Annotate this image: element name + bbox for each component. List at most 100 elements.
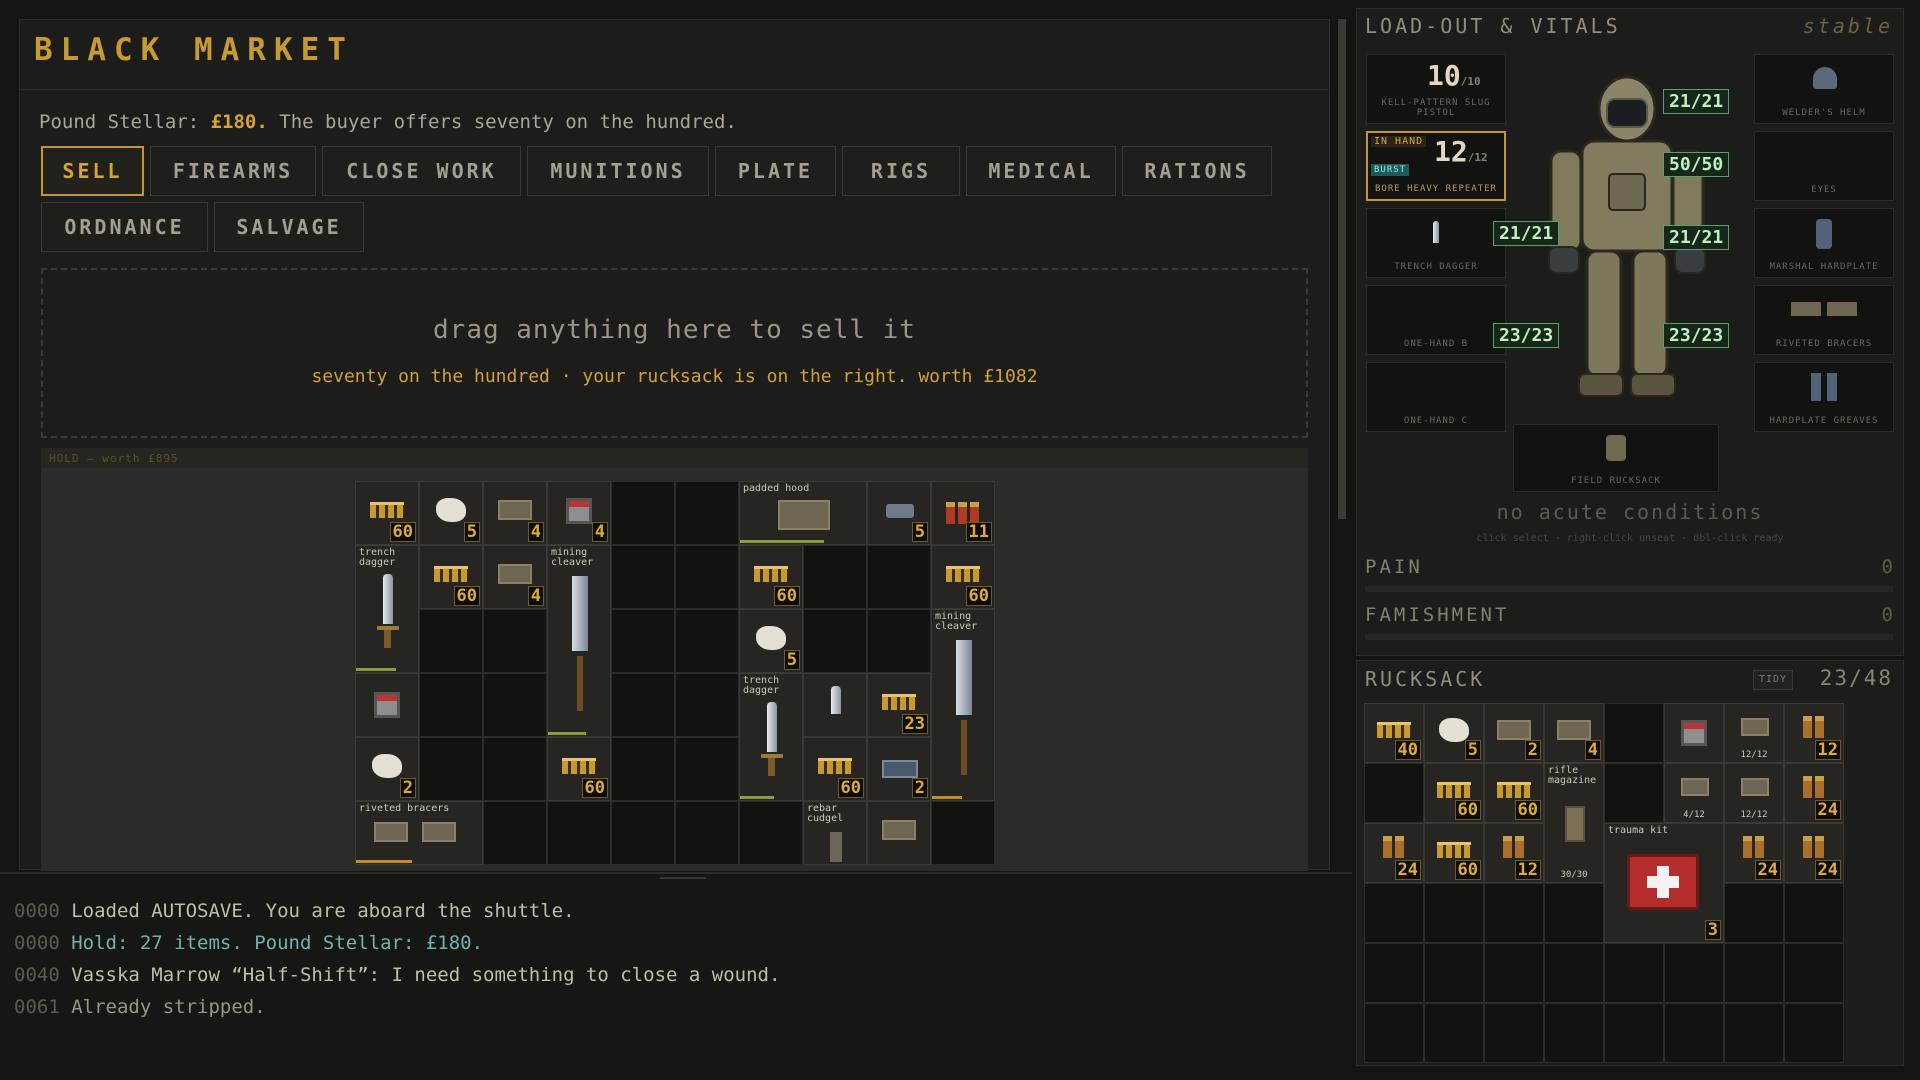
market-scrollbar[interactable]	[1338, 19, 1346, 519]
hold-item-trench-dagger[interactable]: trench dagger	[739, 673, 803, 801]
tab-salvage[interactable]: SALVAGE	[214, 202, 364, 252]
slot-torso-armor[interactable]: MARSHAL HARDPLATE	[1754, 208, 1894, 278]
grid-cell[interactable]	[931, 801, 995, 865]
ruck-item-plate[interactable]: 4/12	[1664, 763, 1724, 823]
grid-cell[interactable]	[1484, 883, 1544, 943]
grid-cell[interactable]	[675, 673, 739, 737]
hold-item-ammo[interactable]: 60	[419, 545, 483, 609]
grid-cell[interactable]	[611, 673, 675, 737]
grid-cell[interactable]	[1664, 1003, 1724, 1063]
hold-item-cloth[interactable]: 5	[739, 609, 803, 673]
grid-cell[interactable]	[1724, 883, 1784, 943]
sell-drop-zone[interactable]: drag anything here to sell it seventy on…	[41, 268, 1308, 438]
grid-cell[interactable]	[675, 737, 739, 801]
ruck-item-plate[interactable]: 2	[1484, 703, 1544, 763]
tidy-button[interactable]: TIDY	[1753, 670, 1793, 690]
grid-cell[interactable]	[1544, 943, 1604, 1003]
hold-item-plate[interactable]: 4	[483, 481, 547, 545]
hold-item-plate[interactable]	[867, 801, 931, 865]
grid-cell[interactable]	[1364, 763, 1424, 823]
grid-cell[interactable]	[483, 801, 547, 865]
ruck-item-ammo[interactable]: 60	[1484, 763, 1544, 823]
grid-cell[interactable]	[483, 609, 547, 673]
slot-one-hand-b[interactable]: ONE-HAND B	[1366, 285, 1506, 355]
grid-cell[interactable]	[483, 737, 547, 801]
hold-item-cloth[interactable]: 2	[355, 737, 419, 801]
tab-ordnance[interactable]: ORDNANCE	[41, 202, 208, 252]
slot-primary-weapon[interactable]: 10/10 KELL-PATTERN SLUG PISTOL	[1366, 54, 1506, 124]
ruck-item-trauma-kit[interactable]: trauma kit 3	[1604, 823, 1724, 943]
ruck-item-ammo[interactable]: 60	[1424, 763, 1484, 823]
grid-cell[interactable]	[739, 801, 803, 865]
grid-cell[interactable]	[1784, 943, 1844, 1003]
hold-item-plate[interactable]: 4	[483, 545, 547, 609]
grid-cell[interactable]	[419, 609, 483, 673]
grid-cell[interactable]	[1484, 1003, 1544, 1063]
hold-item-cloth[interactable]: 5	[419, 481, 483, 545]
slot-melee[interactable]: TRENCH DAGGER	[1366, 208, 1506, 278]
grid-cell[interactable]	[1604, 1003, 1664, 1063]
hold-item-mining-cleaver[interactable]: mining cleaver	[931, 609, 995, 801]
slot-arm-armor[interactable]: RIVETED BRACERS	[1754, 285, 1894, 355]
grid-cell[interactable]	[1664, 943, 1724, 1003]
hold-item-medkit[interactable]	[355, 673, 419, 737]
grid-cell[interactable]	[867, 545, 931, 609]
ruck-item-ammo[interactable]: 60	[1424, 823, 1484, 883]
hold-item-ammo[interactable]: 60	[355, 481, 419, 545]
ruck-item-plate[interactable]: 12/12	[1724, 763, 1784, 823]
ruck-item-medkit[interactable]	[1664, 703, 1724, 763]
slot-secondary-weapon[interactable]: IN HAND BURST 12/12 BORE HEAVY REPEATER	[1366, 131, 1506, 201]
fire-mode-badge[interactable]: BURST	[1371, 164, 1410, 176]
grid-cell[interactable]	[1424, 883, 1484, 943]
grid-cell[interactable]	[675, 481, 739, 545]
hold-item-rebar-cudgel[interactable]: rebar cudgel	[803, 801, 867, 865]
grid-cell[interactable]	[1724, 943, 1784, 1003]
grid-cell[interactable]	[611, 481, 675, 545]
ruck-item-plate[interactable]: 12/12	[1724, 703, 1784, 763]
grid-cell[interactable]	[1604, 943, 1664, 1003]
ruck-item-shells[interactable]: 24	[1724, 823, 1784, 883]
tab-rigs[interactable]: RIGS	[842, 146, 960, 196]
hold-item-shells[interactable]: 11	[931, 481, 995, 545]
slot-eyes[interactable]: EYES	[1754, 131, 1894, 201]
grid-cell[interactable]	[803, 609, 867, 673]
grid-cell[interactable]	[675, 545, 739, 609]
grid-cell[interactable]	[611, 737, 675, 801]
grid-cell[interactable]	[547, 801, 611, 865]
hold-item-ammo[interactable]: 60	[931, 545, 995, 609]
grid-cell[interactable]	[1484, 943, 1544, 1003]
hold-item-knife[interactable]	[803, 673, 867, 737]
grid-cell[interactable]	[1424, 1003, 1484, 1063]
tab-munitions[interactable]: MUNITIONS	[527, 146, 709, 196]
hold-item-medkit[interactable]: 4	[547, 481, 611, 545]
grid-cell[interactable]	[803, 545, 867, 609]
hold-item-mining-cleaver[interactable]: mining cleaver	[547, 545, 611, 737]
grid-cell[interactable]	[1604, 763, 1664, 823]
hold-item-ammo[interactable]: 23	[867, 673, 931, 737]
hold-item-trench-dagger[interactable]: trench dagger	[355, 545, 419, 673]
grid-cell[interactable]	[675, 609, 739, 673]
grid-cell[interactable]	[1544, 883, 1604, 943]
slot-backpack[interactable]: FIELD RUCKSACK	[1513, 424, 1719, 492]
tab-rations[interactable]: RATIONS	[1122, 146, 1272, 196]
grid-cell[interactable]	[1364, 943, 1424, 1003]
tab-close-work[interactable]: CLOSE WORK	[322, 146, 521, 196]
grid-cell[interactable]	[1784, 883, 1844, 943]
ruck-item-ammo[interactable]: 40	[1364, 703, 1424, 763]
ruck-item-shells[interactable]: 12	[1484, 823, 1544, 883]
ruck-item-shells[interactable]: 12	[1784, 703, 1844, 763]
hold-item-padded-hood[interactable]: padded hood	[739, 481, 867, 545]
grid-cell[interactable]	[611, 545, 675, 609]
grid-cell[interactable]	[1424, 943, 1484, 1003]
ruck-item-shells[interactable]: 24	[1784, 823, 1844, 883]
tab-medical[interactable]: MEDICAL	[966, 146, 1116, 196]
grid-cell[interactable]	[675, 801, 739, 865]
grid-cell[interactable]	[483, 673, 547, 737]
grid-cell[interactable]	[1604, 703, 1664, 763]
ruck-item-plate[interactable]: 4	[1544, 703, 1604, 763]
grid-cell[interactable]	[419, 673, 483, 737]
tab-firearms[interactable]: FIREARMS	[150, 146, 316, 196]
ruck-item-shells[interactable]: 24	[1364, 823, 1424, 883]
grid-cell[interactable]	[1784, 1003, 1844, 1063]
ruck-item-rifle-magazine[interactable]: rifle magazine 30/30	[1544, 763, 1604, 883]
